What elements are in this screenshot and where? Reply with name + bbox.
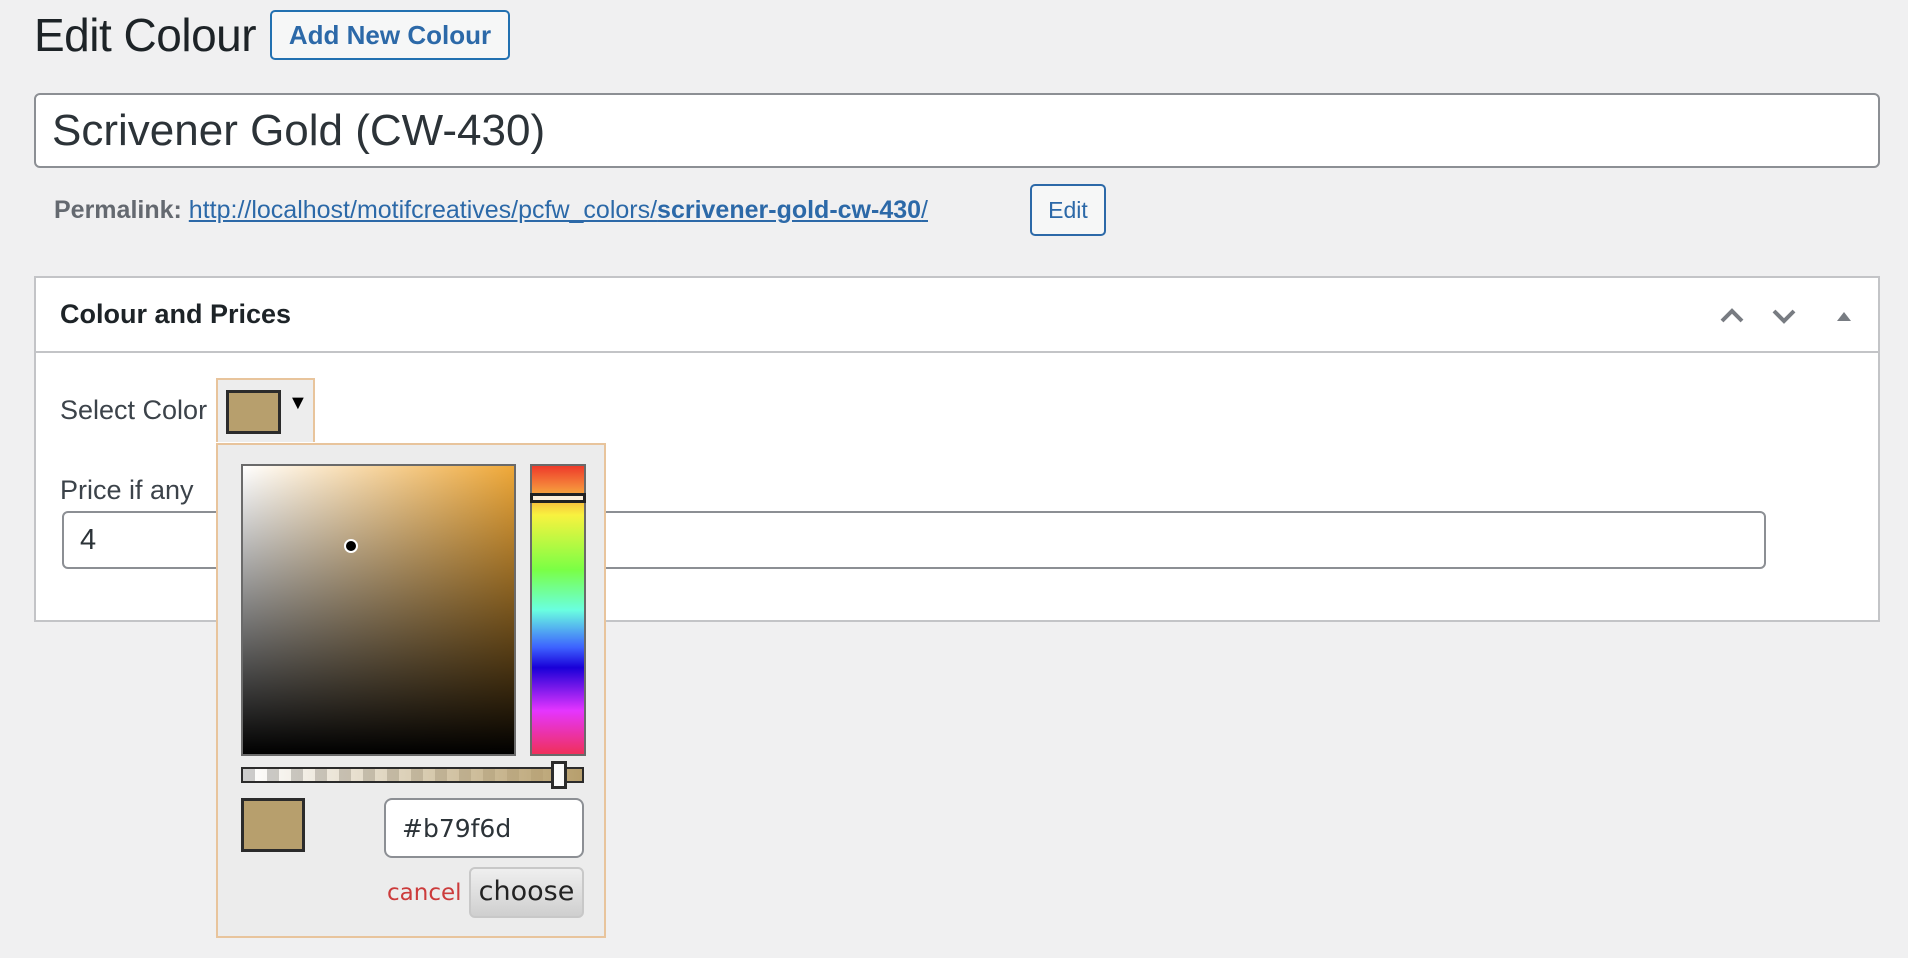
metabox-header: Colour and Prices [36,278,1878,353]
permalink-row: Permalink: http://localhost/motifcreativ… [54,190,928,230]
choose-button[interactable]: choose [469,867,584,918]
hex-color-input[interactable] [384,798,584,858]
triangle-up-icon [1837,312,1851,321]
permalink-base-url: http://localhost/motifcreatives/pcfw_col… [188,196,658,224]
color-preview-swatch [241,798,305,852]
permalink-edit-button[interactable]: Edit [1030,184,1106,236]
hue-slider[interactable] [530,464,586,756]
current-color-swatch [226,390,281,434]
color-picker-trigger[interactable]: ▼ [216,378,315,442]
permalink-trailing-slash: / [921,196,928,224]
toggle-panel-button[interactable] [1824,296,1864,336]
metabox-title: Colour and Prices [60,299,292,329]
price-label: Price if any [60,475,194,505]
dropdown-arrow-icon: ▼ [288,392,308,414]
cancel-link[interactable]: cancel [387,873,462,913]
post-title-input[interactable] [34,93,1880,168]
saturation-value-area[interactable] [241,464,516,756]
chevron-down-icon [1772,309,1796,324]
alpha-slider[interactable] [241,767,584,783]
move-up-button[interactable] [1712,296,1752,336]
permalink-label: Permalink: [54,196,182,224]
color-picker-popover: cancel choose [216,443,606,938]
permalink-slug: scrivener-gold-cw-430 [657,196,922,224]
permalink-link[interactable]: http://localhost/motifcreatives/pcfw_col… [189,196,928,224]
select-color-label: Select Color [60,395,208,425]
alpha-slider-handle[interactable] [551,761,567,789]
hue-slider-handle[interactable] [530,493,586,503]
page-title: Edit Colour [34,9,257,61]
move-down-button[interactable] [1764,296,1804,336]
saturation-value-handle[interactable] [344,539,358,553]
add-new-colour-button[interactable]: Add New Colour [270,10,510,60]
chevron-up-icon [1720,308,1744,323]
